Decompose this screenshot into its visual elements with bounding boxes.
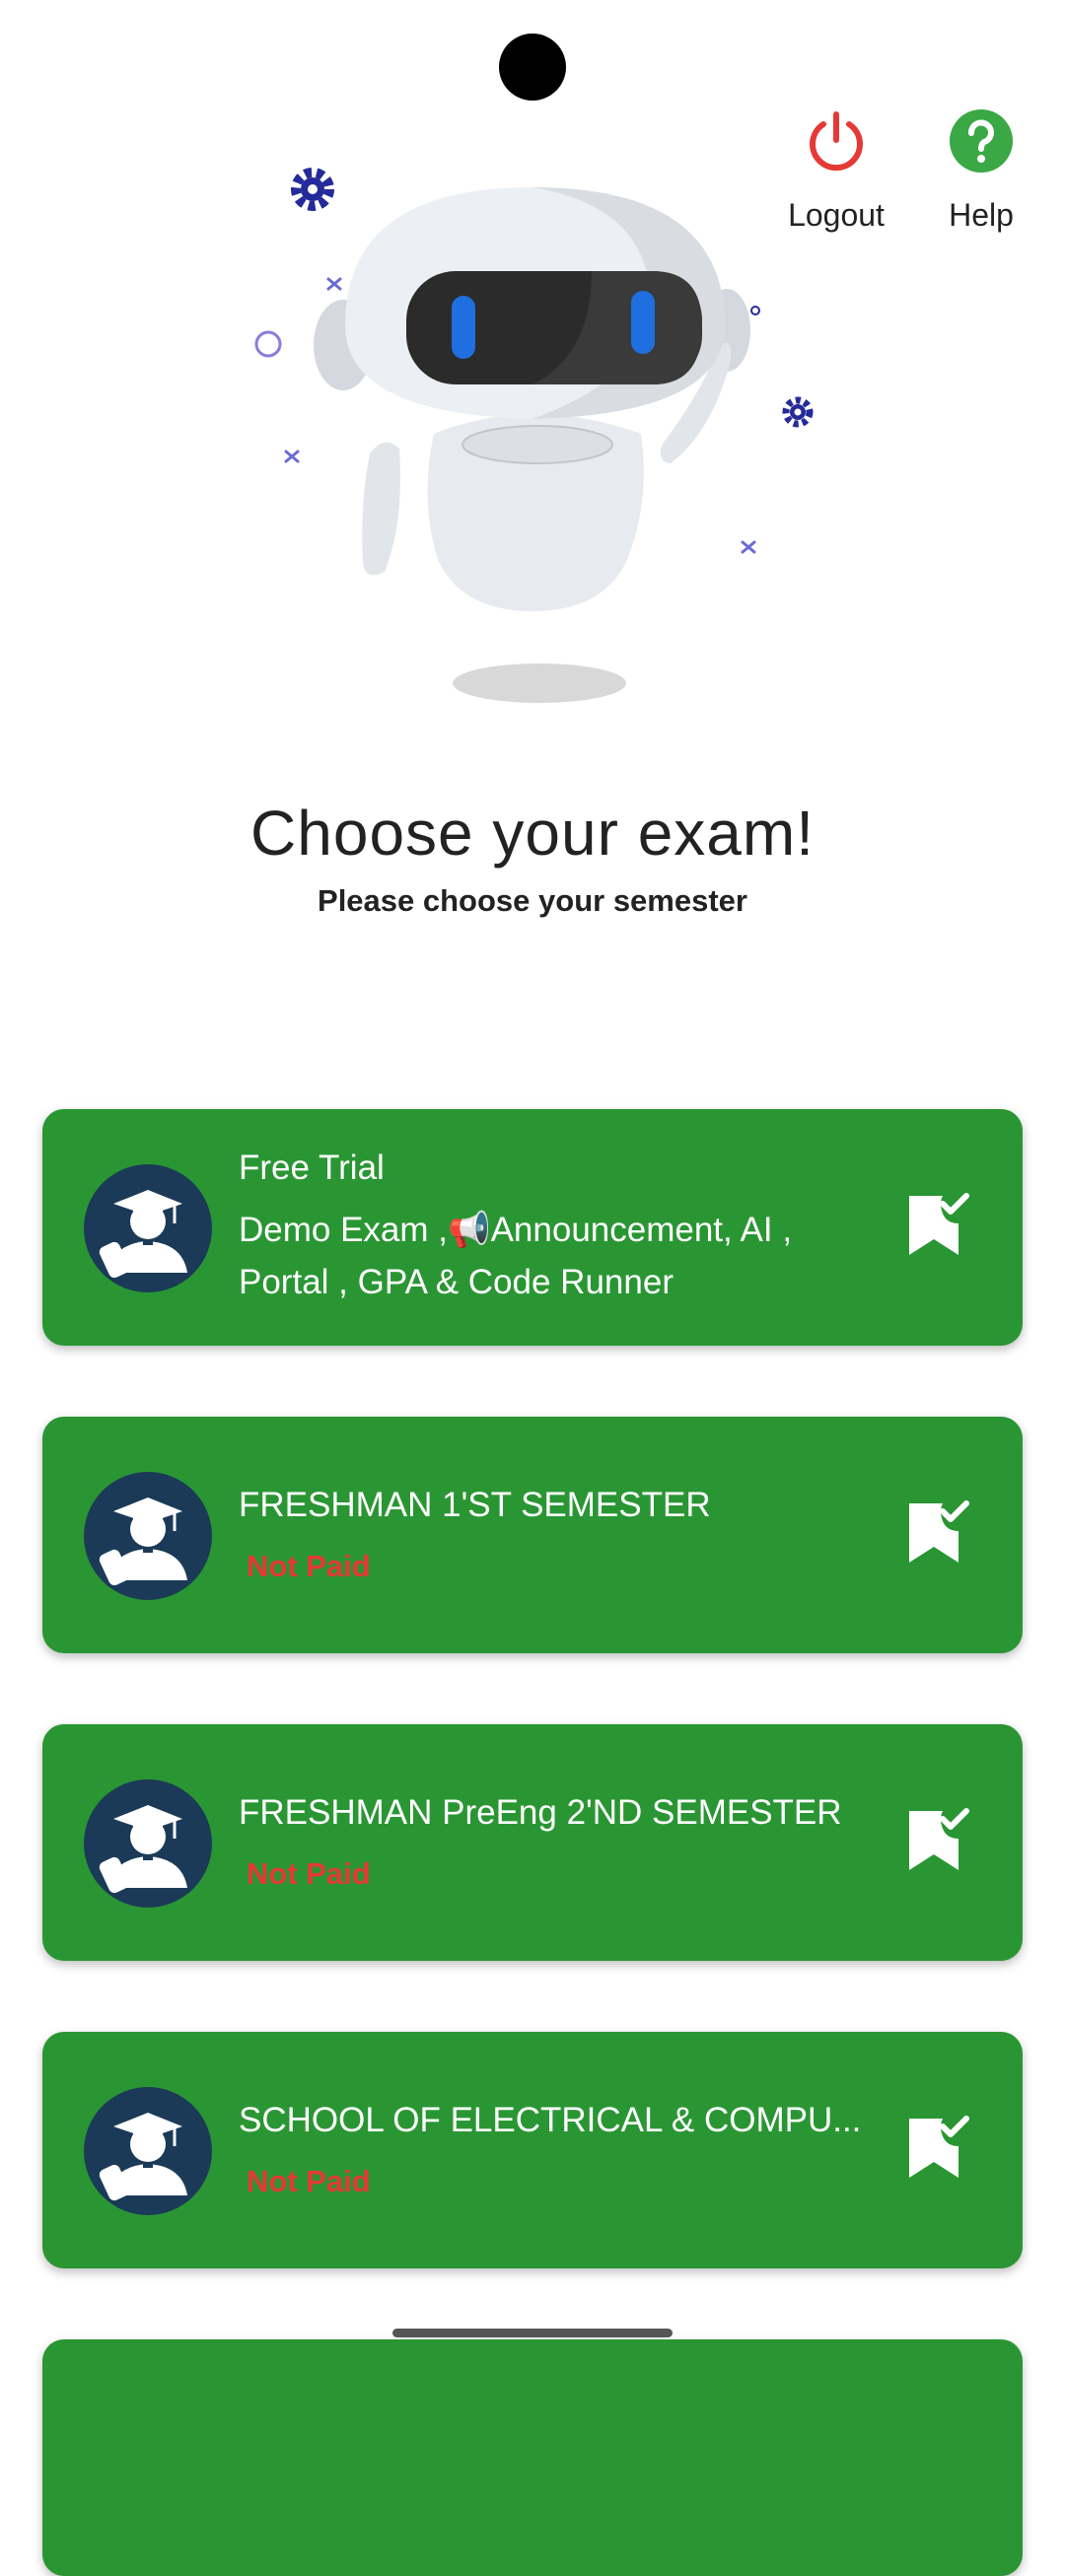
exam-card-partial[interactable] (42, 2339, 1023, 2576)
help-label: Help (949, 197, 1014, 233)
exam-card-free-trial[interactable]: Free Trial Demo Exam ,📢Announcement, AI … (42, 1109, 1023, 1346)
help-button[interactable]: Help (917, 106, 1045, 234)
page-subtitle: Please choose your semester (318, 883, 747, 918)
exam-title: FRESHMAN 1'ST SEMESTER (239, 1486, 711, 1524)
bookmark-check-icon (907, 2113, 978, 2184)
exam-description: Demo Exam ,📢Announcement, AI , Portal , … (239, 1211, 793, 1301)
bookmark-check-icon (907, 1497, 978, 1568)
exam-card-freshman-1st-semester[interactable]: FRESHMAN 1'ST SEMESTER Not Paid (42, 1417, 1023, 1653)
graduate-avatar-icon (84, 1472, 212, 1600)
exam-card-school-of-electrical[interactable]: SCHOOL OF ELECTRICAL & COMPU... Not Paid (42, 2032, 1023, 2268)
home-indicator[interactable] (392, 2329, 673, 2337)
gear-icon (782, 396, 814, 428)
page-title: Choose your exam! (250, 798, 815, 869)
graduate-avatar-icon (84, 1779, 212, 1908)
help-icon (950, 109, 1013, 173)
bookmark-check-icon (907, 1805, 978, 1876)
graduate-avatar-icon (84, 1164, 212, 1292)
exam-title: Free Trial (239, 1149, 385, 1187)
camera-cutout (499, 34, 566, 101)
payment-status: Not Paid (247, 1549, 371, 1583)
exam-title: SCHOOL OF ELECTRICAL & COMPU... (239, 2101, 862, 2139)
bookmark-check-icon (907, 1190, 978, 1261)
payment-status: Not Paid (247, 2164, 371, 2198)
robot-illustration (254, 168, 814, 703)
exam-card-freshman-preeng-2nd-semester[interactable]: FRESHMAN PreEng 2'ND SEMESTER Not Paid (42, 1724, 1023, 1961)
gear-icon (291, 168, 334, 211)
payment-status: Not Paid (247, 1856, 371, 1891)
exam-title: FRESHMAN PreEng 2'ND SEMESTER (239, 1793, 842, 1832)
graduate-avatar-icon (84, 2087, 212, 2215)
